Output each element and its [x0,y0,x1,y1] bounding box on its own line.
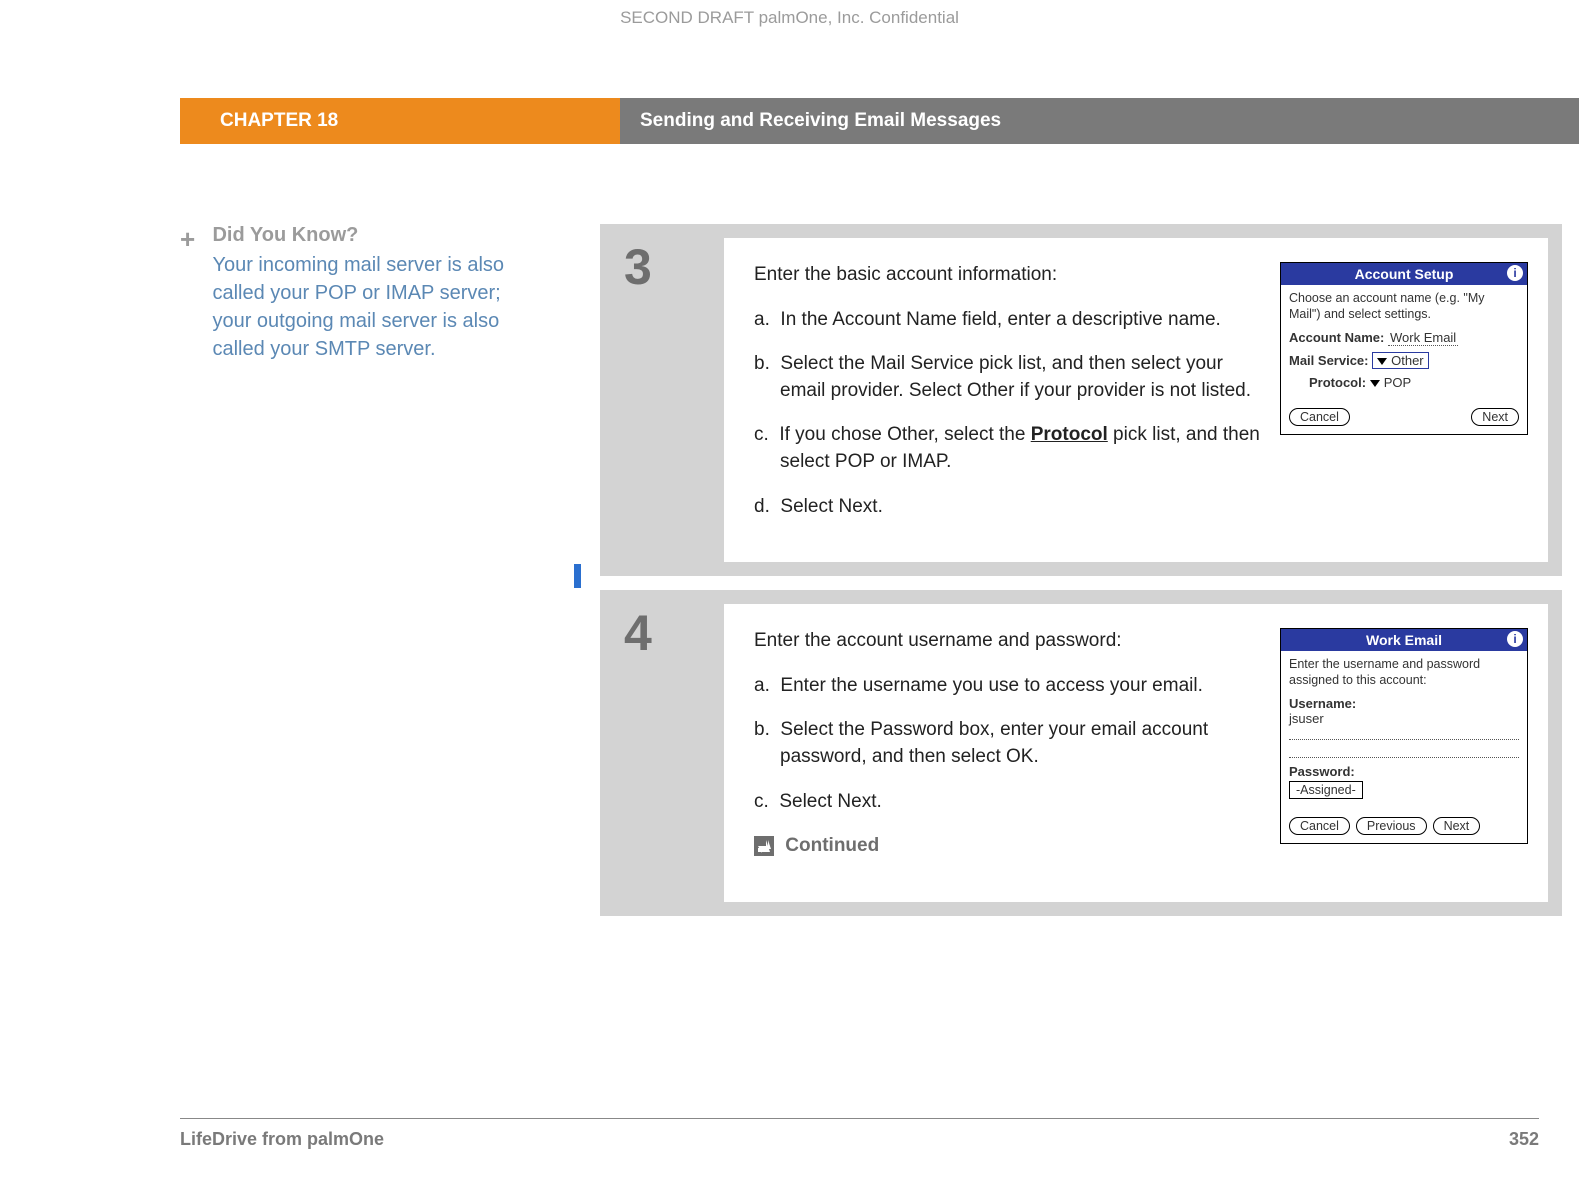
protocol-link[interactable]: Protocol [1031,424,1108,445]
dropdown-icon [1370,380,1380,387]
username-field[interactable]: jsuser [1289,711,1324,726]
step3-a: a. In the Account Name field, enter a de… [754,307,1264,334]
account-name-field[interactable]: Work Email [1388,330,1458,346]
step-num-3: 3 [614,238,724,562]
previous-button[interactable]: Previous [1356,817,1427,835]
step4-c: c. Select Next. [754,789,1264,816]
continued-indicator: Continued [754,833,1264,860]
cancel-button[interactable]: Cancel [1289,817,1350,835]
mail-service-picklist[interactable]: Other [1372,352,1429,369]
palm-screenshot-account-setup: Account Setup i Choose an account name (… [1280,262,1528,435]
next-button[interactable]: Next [1433,817,1481,835]
step4-a: a. Enter the username you use to access … [754,673,1264,700]
confidential-header: SECOND DRAFT palmOne, Inc. Confidential [0,0,1579,28]
change-bar-icon [574,564,581,588]
chapter-title: Sending and Receiving Email Messages [620,98,1579,144]
step3-d: d. Select Next. [754,494,1264,521]
page-footer: LifeDrive from palmOne 352 [180,1118,1539,1150]
dyk-text: Your incoming mail server is also called… [212,251,512,363]
chapter-header-bar: CHAPTER 18 Sending and Receiving Email M… [0,98,1579,144]
palm-screenshot-work-email: Work Email i Enter the username and pass… [1280,628,1528,844]
step4-intro: Enter the account username and password: [754,628,1264,655]
info-icon[interactable]: i [1507,631,1523,647]
footer-product: LifeDrive from palmOne [180,1129,384,1150]
password-row: Password: -Assigned- [1289,764,1519,799]
step3-b: b. Select the Mail Service pick list, an… [754,351,1264,404]
username-row: Username: jsuser [1289,696,1519,758]
chapter-label: CHAPTER 18 [180,98,620,144]
palm2-titlebar: Work Email i [1281,629,1527,651]
dropdown-icon [1377,358,1387,365]
step4-b: b. Select the Password box, enter your e… [754,717,1264,770]
palm1-instructions: Choose an account name (e.g. "My Mail") … [1289,291,1519,322]
cancel-button[interactable]: Cancel [1289,408,1350,426]
palm2-instructions: Enter the username and password assigned… [1289,657,1519,688]
protocol-row: Protocol: POP [1289,375,1519,390]
step-num-4: 4 [614,604,724,902]
plus-icon: + [180,224,208,255]
footer-page-number: 352 [1509,1129,1539,1150]
palm1-titlebar: Account Setup i [1281,263,1527,285]
info-icon[interactable]: i [1507,265,1523,281]
step3-c: c. If you chose Other, select the Protoc… [754,422,1264,475]
mail-service-row: Mail Service: Other [1289,352,1519,369]
step-3-block: 3 Enter the basic account information: a… [600,224,1562,576]
step-4-block: 4 Enter the account username and passwor… [600,590,1562,916]
account-name-row: Account Name: Work Email [1289,330,1519,346]
continued-arrow-icon [754,836,774,856]
dyk-title: Did You Know? [212,224,512,247]
step3-intro: Enter the basic account information: [754,262,1264,289]
password-field[interactable]: -Assigned- [1289,781,1363,799]
next-button[interactable]: Next [1471,408,1519,426]
protocol-picklist[interactable]: POP [1370,375,1411,390]
sidebar-did-you-know: + Did You Know? Your incoming mail serve… [180,224,600,930]
